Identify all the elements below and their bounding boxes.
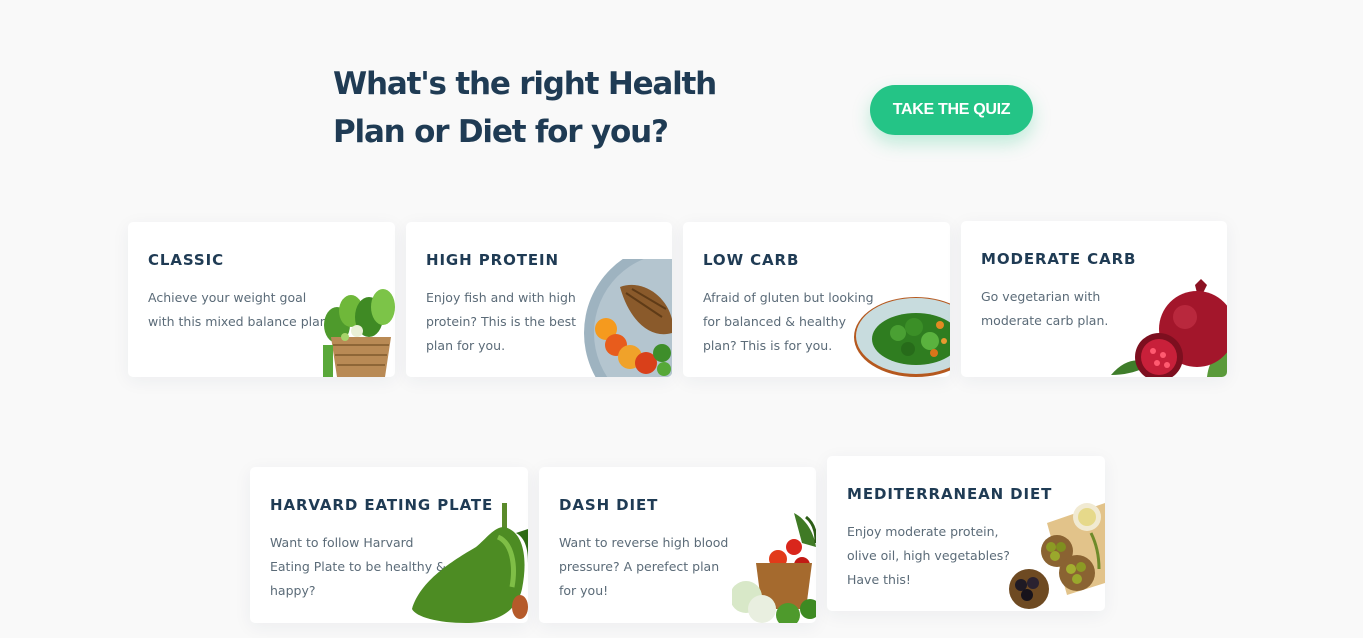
- plan-card-title: MODERATE CARB: [981, 250, 1137, 268]
- pomegranate-icon: [1111, 279, 1227, 377]
- plan-card-harvard-eating-plate[interactable]: HARVARD EATING PLATE Want to follow Harv…: [250, 467, 528, 623]
- plan-card-title: DASH DIET: [559, 496, 659, 514]
- plan-card-dash-diet[interactable]: DASH DIET Want to reverse high blood pre…: [539, 467, 816, 623]
- plan-card-description: Enjoy moderate protein, olive oil, high …: [847, 524, 1010, 587]
- take-quiz-button[interactable]: TAKE THE QUIZ: [870, 85, 1033, 135]
- vegetable-basket-icon: [323, 289, 395, 377]
- plan-card-title: LOW CARB: [703, 251, 800, 269]
- greens-bowl-icon: [854, 297, 950, 377]
- vegetable-basket-icon: [732, 513, 816, 623]
- grilled-fish-plate-icon: [584, 259, 672, 377]
- plan-card-title: HIGH PROTEIN: [426, 251, 559, 269]
- plan-card-description: Achieve your weight goal with this mixed…: [148, 290, 328, 329]
- plan-card-description: Enjoy fish and with high protein? This i…: [426, 290, 577, 353]
- page-title: What's the right Health Plan or Diet for…: [333, 60, 733, 156]
- plan-card-title: CLASSIC: [148, 251, 224, 269]
- page-title-line-2: Plan or Diet for you?: [333, 114, 669, 150]
- plan-card-description: Go vegetarian with moderate carb plan.: [981, 289, 1109, 328]
- avocado-icon: [412, 503, 528, 623]
- olives-board-icon: [1009, 503, 1105, 609]
- plan-card-high-protein[interactable]: HIGH PROTEIN Enjoy fish and with high pr…: [406, 222, 672, 377]
- page-title-line-1: What's the right Health: [333, 66, 717, 102]
- plan-card-description: Want to reverse high blood pressure? A p…: [559, 535, 729, 598]
- plan-card-low-carb[interactable]: LOW CARB Afraid of gluten but looking fo…: [683, 222, 950, 377]
- plan-card-mediterranean-diet[interactable]: MEDITERRANEAN DIET Enjoy moderate protei…: [827, 456, 1105, 611]
- plan-card-title: MEDITERRANEAN DIET: [847, 485, 1053, 503]
- plan-card-classic[interactable]: CLASSIC Achieve your weight goal with th…: [128, 222, 395, 377]
- plan-card-moderate-carb[interactable]: MODERATE CARB Go vegetarian with moderat…: [961, 221, 1227, 377]
